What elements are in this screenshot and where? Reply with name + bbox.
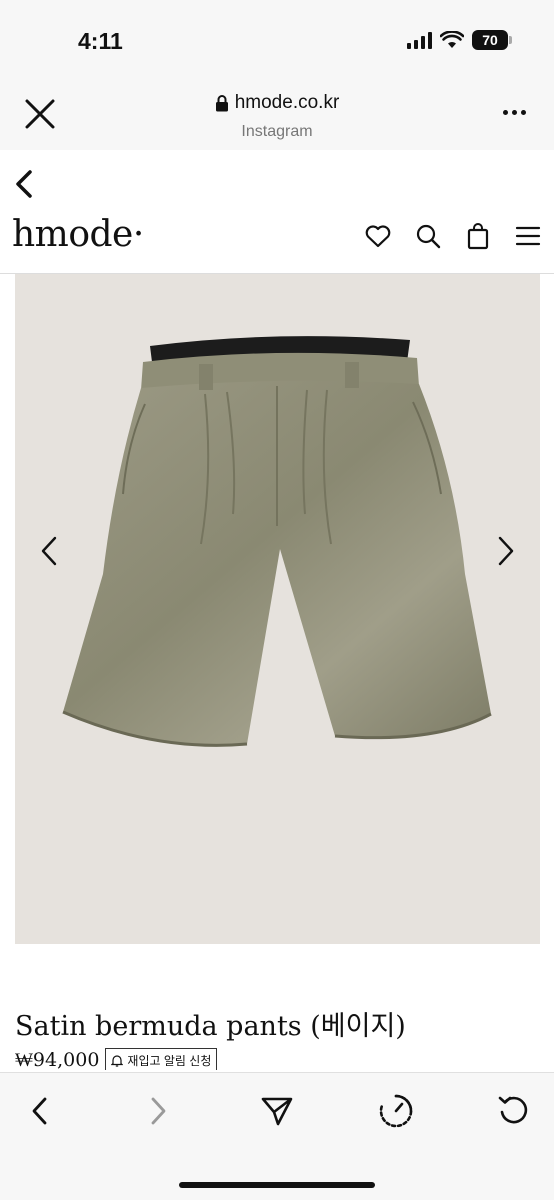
product-photo bbox=[62, 336, 492, 747]
restock-alert-label: 재입고 알림 신청 bbox=[127, 1053, 212, 1068]
site-header: hmode· bbox=[0, 210, 554, 274]
status-bar: 4:11 70 bbox=[0, 0, 554, 80]
more-button[interactable] bbox=[503, 110, 526, 115]
more-icon bbox=[503, 110, 508, 115]
product-title: Satin bermuda pants (베이지) bbox=[15, 1011, 406, 1042]
page-back-button[interactable] bbox=[10, 166, 40, 202]
reload-button[interactable] bbox=[494, 1091, 534, 1131]
source-app-label: Instagram bbox=[241, 122, 313, 140]
bell-icon bbox=[111, 1054, 124, 1067]
web-page: hmode· Satin bermuda pants (베이지) ₩94,000… bbox=[0, 150, 554, 1070]
menu-icon[interactable] bbox=[514, 222, 542, 250]
back-button[interactable] bbox=[20, 1091, 60, 1131]
bag-icon[interactable] bbox=[464, 222, 492, 250]
forward-button[interactable] bbox=[138, 1091, 178, 1131]
cellular-signal-icon bbox=[407, 31, 432, 49]
share-icon bbox=[261, 1097, 293, 1126]
status-icons: 70 bbox=[407, 30, 512, 50]
home-indicator[interactable] bbox=[179, 1182, 375, 1188]
chevron-right-icon bbox=[151, 1097, 166, 1125]
speed-button[interactable] bbox=[376, 1091, 416, 1131]
browser-header: hmode.co.kr Instagram bbox=[0, 80, 554, 150]
heart-icon[interactable] bbox=[364, 222, 392, 250]
url-display[interactable]: hmode.co.kr Instagram bbox=[0, 92, 554, 141]
wifi-icon bbox=[440, 31, 464, 48]
reload-icon bbox=[498, 1096, 528, 1124]
next-image-arrow-icon[interactable] bbox=[494, 534, 518, 568]
site-logo[interactable]: hmode· bbox=[12, 214, 144, 255]
price-row: ₩94,000 재입고 알림 신청 bbox=[15, 1048, 218, 1071]
url-text: hmode.co.kr bbox=[234, 92, 340, 113]
search-icon[interactable] bbox=[414, 222, 442, 250]
back-icon bbox=[16, 170, 32, 198]
restock-alert-button[interactable]: 재입고 알림 신청 bbox=[105, 1048, 218, 1070]
battery-indicator: 70 bbox=[472, 30, 512, 50]
chevron-left-icon bbox=[32, 1097, 47, 1125]
status-time: 4:11 bbox=[78, 28, 123, 54]
prev-image-arrow-icon[interactable] bbox=[37, 534, 61, 568]
share-button[interactable] bbox=[257, 1091, 297, 1131]
browser-toolbar bbox=[0, 1072, 554, 1200]
speed-icon bbox=[379, 1094, 413, 1128]
product-price: ₩94,000 bbox=[15, 1048, 100, 1071]
lock-icon bbox=[215, 94, 228, 111]
product-image[interactable] bbox=[15, 274, 540, 944]
